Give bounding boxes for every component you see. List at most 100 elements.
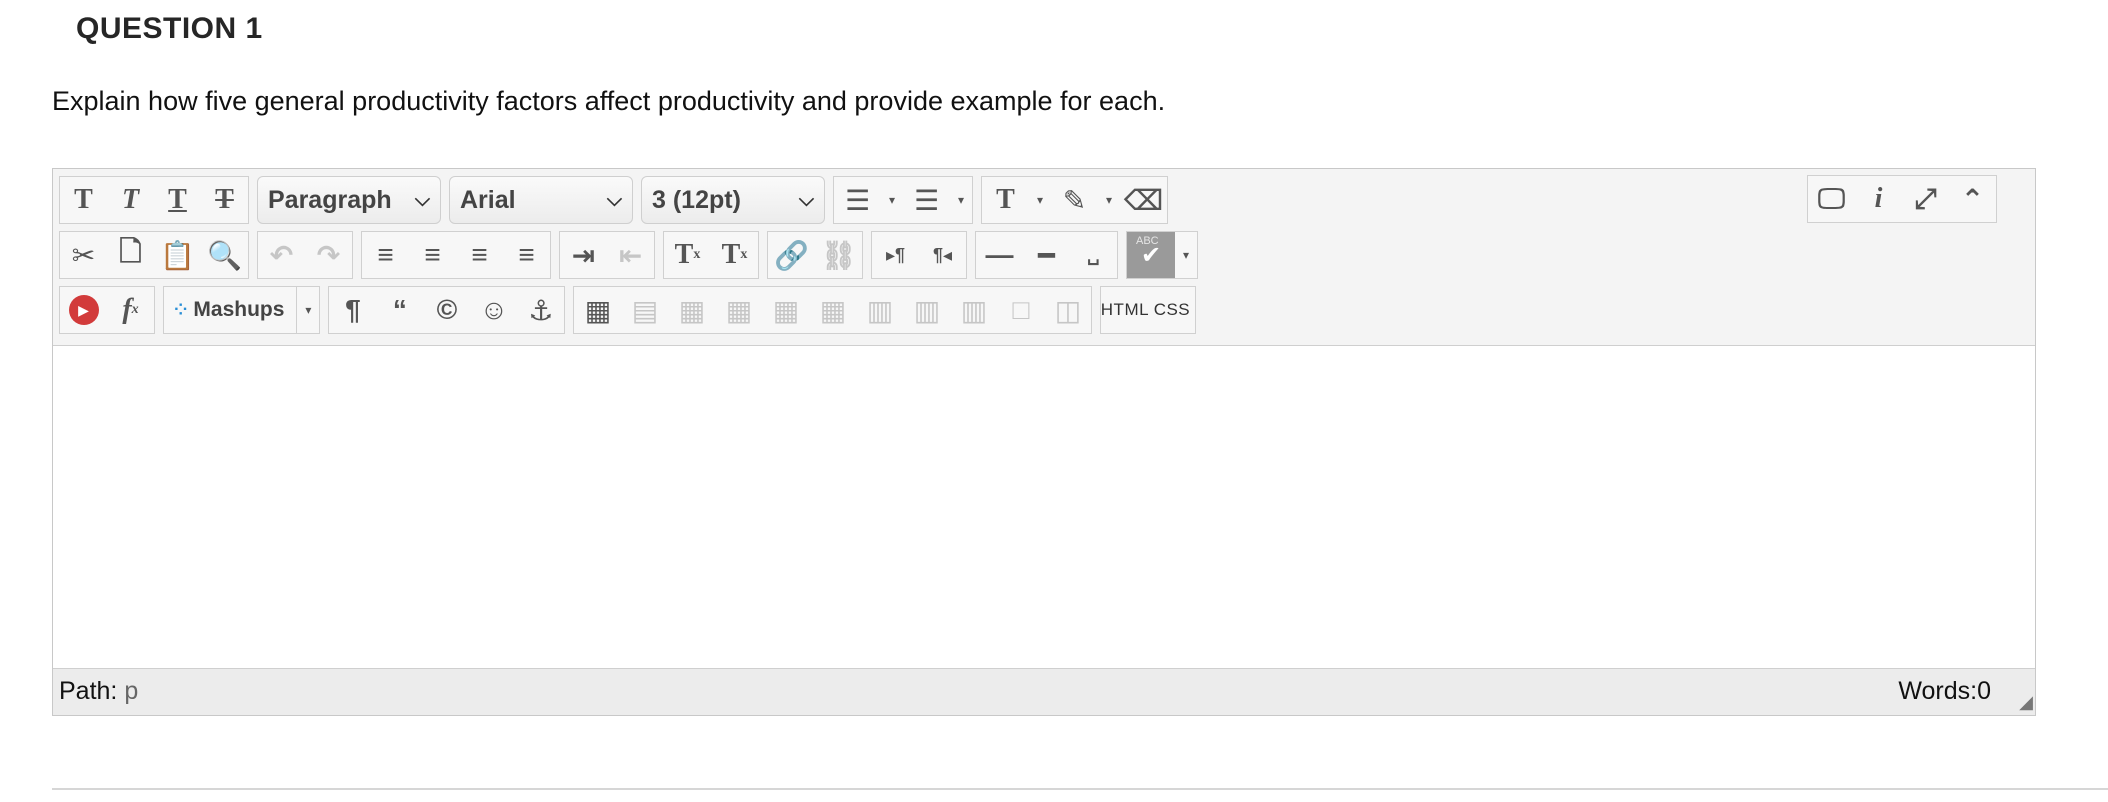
insert-column-after-icon[interactable]: ▥ — [903, 287, 950, 333]
mashups-label: Mashups — [193, 298, 285, 321]
editor-toolbar: T T T T Paragraph ⌵ Arial ⌵ 3 (12pt) ⌵ ☰… — [53, 169, 2035, 346]
alignment-group: ≡ ≡ ≡ ≡ — [361, 231, 551, 279]
editor-options-group: 🖵 i ⤢ ⌃ — [1807, 175, 1997, 223]
copy-icon[interactable]: 🗋 — [107, 232, 154, 278]
subscript-icon[interactable]: Tx — [711, 232, 758, 278]
bullet-list-icon[interactable]: ☰ — [834, 177, 881, 223]
math-formula-icon[interactable]: fx — [107, 287, 154, 333]
find-icon[interactable]: 🔍 — [201, 232, 248, 278]
ltr-icon[interactable]: ▸¶ — [872, 232, 919, 278]
rich-text-editor: T T T T Paragraph ⌵ Arial ⌵ 3 (12pt) ⌵ ☰… — [52, 168, 2036, 716]
bold-icon[interactable]: T — [60, 177, 107, 223]
preview-icon[interactable]: 🖵 — [1808, 176, 1855, 222]
font-family-select[interactable]: Arial ⌵ — [449, 176, 633, 224]
numbered-list-dropdown-icon[interactable]: ▾ — [950, 177, 972, 223]
editor-content-area[interactable] — [53, 346, 2035, 669]
strikethrough-icon[interactable]: T — [201, 177, 248, 223]
table-group: ▦ ▤ ▦ ▦ ▦ ▦ ▥ ▥ ▥ □ ◫ — [573, 286, 1093, 334]
merge-cells-icon[interactable]: □ — [997, 287, 1044, 333]
paste-icon[interactable]: 📋 — [154, 232, 201, 278]
blockquote-icon[interactable]: “ — [376, 287, 423, 333]
mashups-dropdown-icon[interactable]: ▾ — [296, 287, 319, 333]
row-props-icon[interactable]: ▦ — [715, 287, 762, 333]
align-justify-icon[interactable]: ≡ — [503, 232, 550, 278]
nonbreaking-space-icon[interactable]: ␣ — [1070, 232, 1117, 278]
link-group: 🔗 ⛓ — [767, 231, 863, 279]
italic-icon[interactable]: T — [107, 177, 154, 223]
text-style-group: T T T T — [59, 176, 249, 224]
numbered-list-icon[interactable]: ☰ — [903, 177, 950, 223]
text-color-icon[interactable]: T — [982, 177, 1029, 223]
spellcheck-icon[interactable]: ABC ✔ — [1127, 232, 1175, 278]
path-value[interactable]: p — [124, 677, 138, 705]
spellcheck-group: ABC ✔ ▾ — [1126, 231, 1198, 279]
cut-icon[interactable]: ✂ — [60, 232, 107, 278]
redo-icon[interactable]: ↷ — [305, 232, 352, 278]
direction-group: ▸¶ ¶◂ — [871, 231, 967, 279]
script-group: Tx Tx — [663, 231, 759, 279]
rtl-icon[interactable]: ¶◂ — [919, 232, 966, 278]
outdent-icon[interactable]: ⇤ — [607, 232, 654, 278]
spellcheck-dropdown-icon[interactable]: ▾ — [1175, 232, 1197, 278]
path-label: Path: — [59, 677, 118, 705]
youtube-icon[interactable]: ▶ — [60, 287, 107, 333]
media-group: ▶ fx — [59, 286, 155, 334]
question-title: QUESTION 1 — [76, 12, 263, 45]
insert-row-after-icon[interactable]: ▦ — [809, 287, 856, 333]
html-source-button[interactable]: HTML — [1101, 287, 1149, 333]
link-icon[interactable]: 🔗 — [768, 232, 815, 278]
info-icon[interactable]: i — [1855, 176, 1902, 222]
unlink-icon[interactable]: ⛓ — [815, 232, 862, 278]
clipboard-group: ✂ 🗋 📋 🔍 — [59, 231, 249, 279]
cell-props-icon[interactable]: ▦ — [668, 287, 715, 333]
split-cells-icon[interactable]: ◫ — [1044, 287, 1091, 333]
eraser-icon[interactable]: ⌫ — [1120, 177, 1167, 223]
anchor-icon[interactable]: ⚓ — [517, 287, 564, 333]
table-props-icon[interactable]: ▤ — [621, 287, 668, 333]
undo-icon[interactable]: ↶ — [258, 232, 305, 278]
paragraph-format-select[interactable]: Paragraph ⌵ — [257, 176, 441, 224]
chevron-down-icon: ⌵ — [414, 188, 430, 211]
font-family-value: Arial — [460, 185, 516, 214]
thick-rule-icon[interactable]: ━ — [1023, 232, 1070, 278]
chevron-down-icon: ⌵ — [606, 188, 622, 211]
collapse-toolbar-icon[interactable]: ⌃ — [1949, 176, 1996, 222]
resize-handle-icon[interactable]: ◢ — [2019, 692, 2033, 713]
underline-icon[interactable]: T — [154, 177, 201, 223]
horizontal-rule-icon[interactable]: — — [976, 232, 1023, 278]
css-button[interactable]: CSS — [1148, 287, 1195, 333]
align-center-icon[interactable]: ≡ — [409, 232, 456, 278]
copyright-symbol-icon[interactable]: © — [423, 287, 470, 333]
editor-statusbar: Path: p Words:0 ◢ — [53, 668, 2035, 715]
insert-symbols-group: ¶ “ © ☺ ⚓ — [328, 286, 566, 334]
toolbar-row-3: ▶ fx ⁘ Mashups ▾ ¶ “ © ☺ ⚓ ▦ ▤ ▦ ▦ ▦ ▦ ▥… — [59, 285, 1204, 335]
section-divider — [52, 788, 2108, 790]
text-color-dropdown-icon[interactable]: ▾ — [1029, 177, 1051, 223]
word-count: Words:0 — [1898, 677, 1991, 705]
mashups-label-wrap: ⁘ Mashups — [164, 298, 296, 322]
paragraph-mark-icon[interactable]: ¶ — [329, 287, 376, 333]
font-size-value: 3 (12pt) — [652, 185, 741, 214]
indent-group: ⇥ ⇤ — [559, 231, 655, 279]
emoticon-icon[interactable]: ☺ — [470, 287, 517, 333]
font-size-select[interactable]: 3 (12pt) ⌵ — [641, 176, 825, 224]
toolbar-row-2: ✂ 🗋 📋 🔍 ↶ ↷ ≡ ≡ ≡ ≡ ⇥ ⇤ Tx Tx 🔗 ⛓ ▸¶ ¶◂ … — [59, 230, 1206, 280]
list-group: ☰ ▾ ☰ ▾ — [833, 176, 973, 224]
highlight-dropdown-icon[interactable]: ▾ — [1098, 177, 1120, 223]
fullscreen-icon[interactable]: ⤢ — [1902, 176, 1949, 222]
undo-redo-group: ↶ ↷ — [257, 231, 353, 279]
bullet-list-dropdown-icon[interactable]: ▾ — [881, 177, 903, 223]
mashups-button[interactable]: ⁘ Mashups ▾ — [163, 286, 321, 334]
align-right-icon[interactable]: ≡ — [456, 232, 503, 278]
highlight-icon[interactable]: ✎ — [1051, 177, 1098, 223]
insert-table-icon[interactable]: ▦ — [574, 287, 621, 333]
code-group: HTML CSS — [1100, 286, 1197, 334]
insert-row-before-icon[interactable]: ▦ — [762, 287, 809, 333]
delete-column-icon[interactable]: ▥ — [950, 287, 997, 333]
insert-column-before-icon[interactable]: ▥ — [856, 287, 903, 333]
superscript-icon[interactable]: Tx — [664, 232, 711, 278]
element-path: Path: p — [59, 677, 138, 706]
align-left-icon[interactable]: ≡ — [362, 232, 409, 278]
indent-icon[interactable]: ⇥ — [560, 232, 607, 278]
chevron-down-icon: ⌵ — [798, 188, 814, 211]
